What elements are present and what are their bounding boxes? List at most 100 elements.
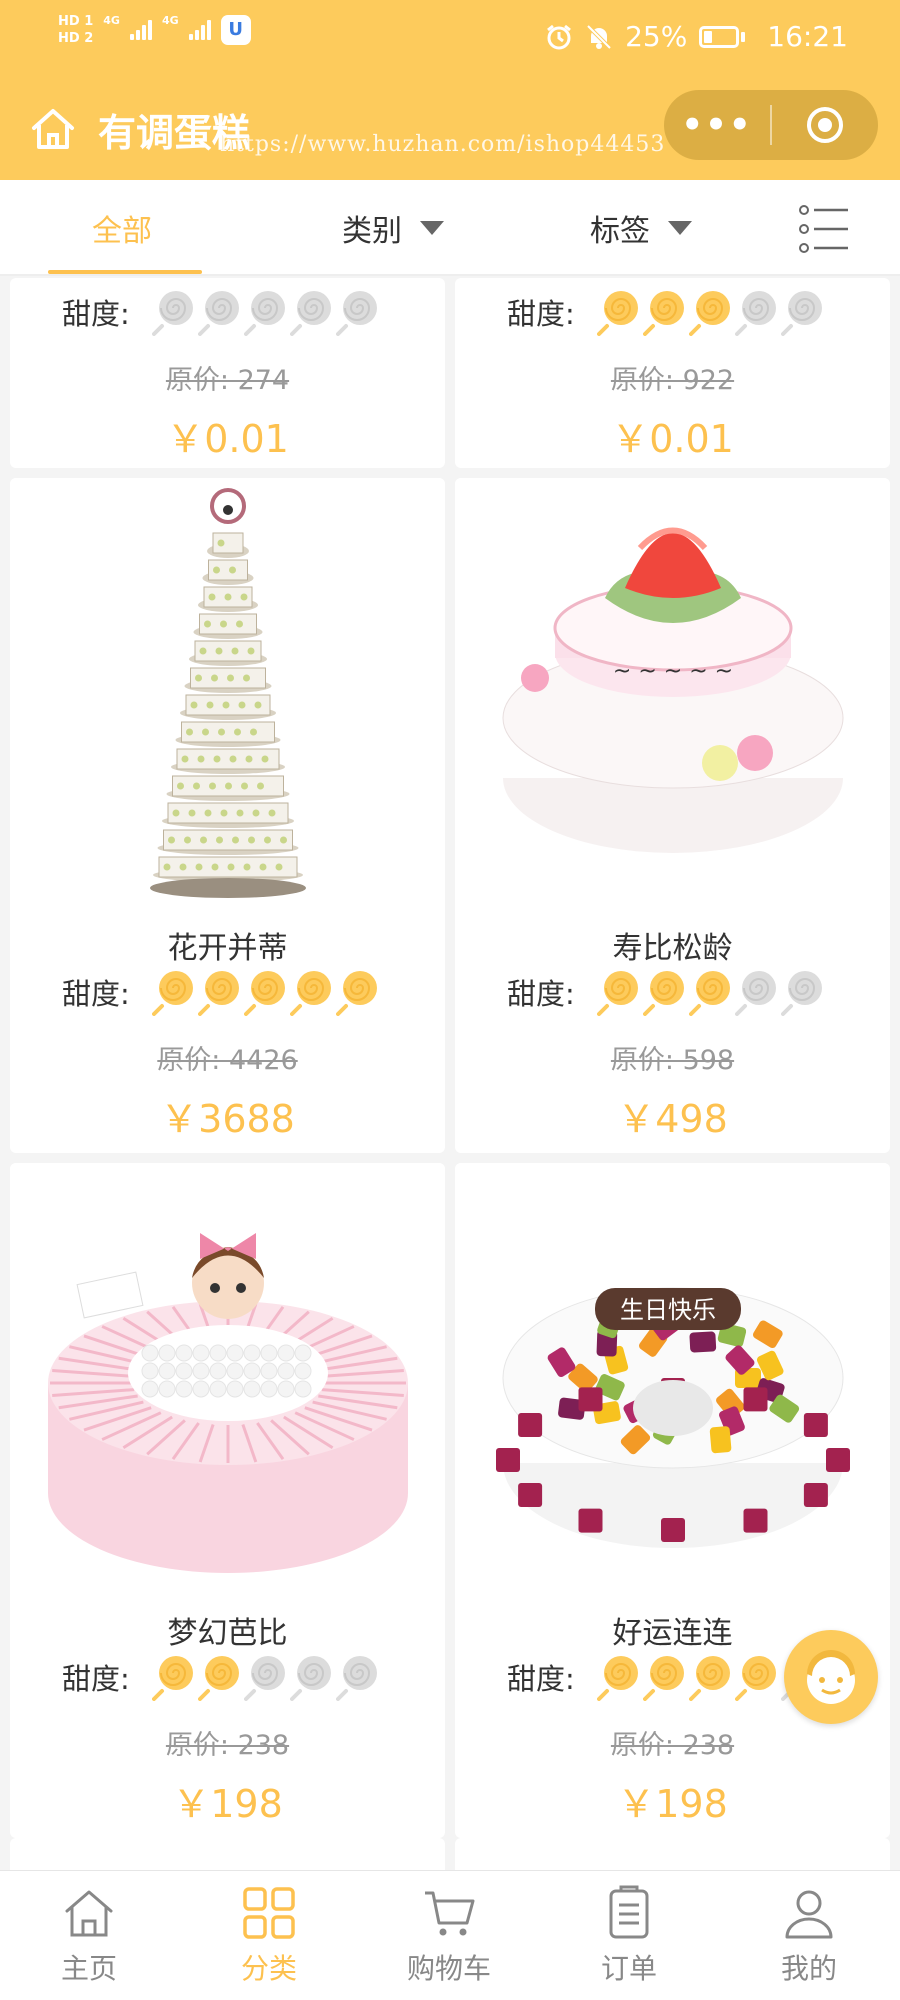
cake-plaque-text: 生日快乐 bbox=[620, 1296, 716, 1324]
lollipop-filled-icon bbox=[642, 968, 687, 1016]
sweetness-row: 甜度: bbox=[62, 1653, 382, 1701]
hd1-label: HD 1 bbox=[58, 14, 94, 29]
sweetness-row: 甜度: bbox=[507, 288, 827, 336]
lollipop-filled-icon bbox=[688, 288, 733, 336]
mini-program-capsule: ••• bbox=[664, 90, 878, 160]
lollipop-filled-icon bbox=[596, 1653, 641, 1701]
tab-orders-label: 订单 bbox=[600, 1952, 657, 1985]
original-price: 原价: 238 bbox=[165, 1730, 290, 1761]
svg-text:~ ~ ~ ~ ~: ~ ~ ~ ~ ~ bbox=[613, 659, 733, 684]
nav-bar: 有调蛋糕 https://www.huzhan.com/ishop44453 •… bbox=[0, 90, 900, 170]
tab-cart-label: 购物车 bbox=[406, 1952, 491, 1985]
product-card[interactable]: 甜度: 原价: 274 ￥0.01 bbox=[10, 278, 445, 468]
original-price: 原价: 598 bbox=[610, 1045, 735, 1076]
grid-icon bbox=[243, 1887, 295, 1939]
tab-all[interactable]: 全部 bbox=[92, 206, 152, 250]
sale-price: ￥198 bbox=[172, 1782, 283, 1826]
triangle-down-icon bbox=[668, 221, 692, 235]
cart-icon bbox=[425, 1891, 475, 1936]
signal-icon-2 bbox=[188, 20, 211, 40]
lollipop-empty-icon bbox=[734, 288, 779, 336]
app-badge-icon: U bbox=[220, 15, 251, 45]
product-card[interactable]: 花开并蒂 甜度: 原价: 4426 ￥3688 bbox=[10, 478, 445, 1153]
tab-category[interactable]: 类别 bbox=[342, 206, 444, 250]
product-card[interactable]: ~ ~ ~ ~ ~ 寿比松龄 甜度: 原价: 598 ￥498 bbox=[455, 478, 890, 1153]
bottom-tab-bar: 主页 分类 购物车 订单 我的 bbox=[0, 1870, 900, 2000]
status-right: 25% 16:21 bbox=[545, 20, 848, 53]
list-view-icon[interactable] bbox=[798, 204, 850, 254]
lollipop-filled-icon bbox=[642, 1653, 687, 1701]
sweetness-label: 甜度: bbox=[507, 977, 575, 1011]
triangle-down-icon bbox=[420, 221, 444, 235]
hd-tags: HD 1 HD 2 bbox=[58, 14, 93, 46]
lollipop-filled-icon bbox=[335, 968, 380, 1016]
sale-price: ￥0.01 bbox=[166, 417, 289, 461]
lollipop-filled-icon bbox=[596, 288, 641, 336]
more-button[interactable]: ••• bbox=[664, 105, 770, 145]
watermark-url: https://www.huzhan.com/ishop44453 bbox=[220, 132, 666, 157]
filter-bar: 全部 类别 标签 bbox=[0, 180, 900, 276]
tab-tag-label: 标签 bbox=[590, 214, 650, 249]
sweetness-row: 甜度: bbox=[507, 1653, 827, 1701]
home-icon[interactable] bbox=[30, 106, 76, 152]
lollipop-filled-icon bbox=[688, 1653, 733, 1701]
product-name: 花开并蒂 bbox=[167, 931, 288, 966]
product-name: 寿比松龄 bbox=[612, 931, 733, 966]
mute-bell-icon bbox=[586, 24, 612, 49]
tab-orders[interactable]: 订单 bbox=[569, 1885, 689, 1987]
sweetness-label: 甜度: bbox=[62, 977, 130, 1011]
product-image[interactable]: ~ ~ ~ ~ ~ bbox=[455, 478, 890, 918]
original-price: 原价: 274 bbox=[165, 365, 290, 396]
lollipop-filled-icon bbox=[596, 968, 641, 1016]
signal-icon bbox=[129, 20, 152, 40]
status-left: HD 1 HD 2 4G 4G U bbox=[58, 14, 251, 46]
battery-icon bbox=[699, 25, 746, 48]
sweetness-row: 甜度: bbox=[62, 288, 382, 336]
lollipop-empty-icon bbox=[243, 288, 288, 336]
lollipop-empty-icon bbox=[289, 1653, 334, 1701]
active-tab-underline bbox=[48, 270, 202, 274]
sweetness-row: 甜度: bbox=[62, 968, 382, 1016]
tab-cart[interactable]: 购物车 bbox=[389, 1885, 509, 1987]
product-card[interactable]: 梦幻芭比 甜度: 原价: 238 ￥198 bbox=[10, 1163, 445, 1838]
product-card[interactable]: 甜度: 原价: 922 ￥0.01 bbox=[455, 278, 890, 468]
alarm-icon bbox=[547, 24, 571, 49]
sale-price: ￥3688 bbox=[160, 1097, 295, 1141]
network-label-1: 4G bbox=[103, 14, 120, 27]
tab-category-nav[interactable]: 分类 bbox=[209, 1885, 329, 1987]
user-icon bbox=[785, 1890, 833, 1939]
tab-category-label: 分类 bbox=[240, 1952, 297, 1985]
tab-home[interactable]: 主页 bbox=[29, 1885, 149, 1987]
product-image[interactable]: 生日快乐 bbox=[455, 1163, 890, 1603]
lollipop-filled-icon bbox=[642, 288, 687, 336]
lollipop-filled-icon bbox=[151, 968, 196, 1016]
tab-mine[interactable]: 我的 bbox=[749, 1885, 869, 1987]
product-image[interactable] bbox=[10, 478, 445, 918]
sweetness-label: 甜度: bbox=[62, 297, 130, 331]
tab-all-label: 全部 bbox=[92, 214, 152, 249]
customer-service-icon bbox=[807, 1650, 855, 1704]
lollipop-filled-icon bbox=[197, 968, 242, 1016]
tab-category-label: 类别 bbox=[342, 214, 402, 249]
close-button[interactable] bbox=[772, 105, 878, 145]
tab-tag[interactable]: 标签 bbox=[590, 206, 692, 250]
sweetness-label: 甜度: bbox=[507, 297, 575, 331]
product-image[interactable] bbox=[10, 1163, 445, 1603]
original-price: 原价: 238 bbox=[610, 1730, 735, 1761]
home-icon bbox=[65, 1890, 113, 1937]
lollipop-filled-icon bbox=[197, 1653, 242, 1701]
sale-price: ￥198 bbox=[617, 1782, 728, 1826]
lollipop-filled-icon bbox=[151, 1653, 196, 1701]
lollipop-empty-icon bbox=[335, 1653, 380, 1701]
clock: 16:21 bbox=[767, 20, 848, 53]
target-icon bbox=[807, 107, 843, 143]
order-icon bbox=[609, 1885, 649, 1939]
customer-service-button[interactable] bbox=[784, 1630, 878, 1724]
product-card[interactable]: 生日快乐 好运连连 甜度: 原价: 238 ￥198 bbox=[455, 1163, 890, 1838]
lollipop-filled-icon bbox=[734, 1653, 779, 1701]
network-label-2: 4G bbox=[161, 14, 179, 27]
lollipop-empty-icon bbox=[243, 1653, 288, 1701]
header: HD 1 HD 2 4G 4G U 25% 16:21 有调蛋糕 https:/… bbox=[0, 0, 900, 180]
sweetness-label: 甜度: bbox=[507, 1662, 575, 1696]
battery-percent: 25% bbox=[625, 20, 688, 53]
